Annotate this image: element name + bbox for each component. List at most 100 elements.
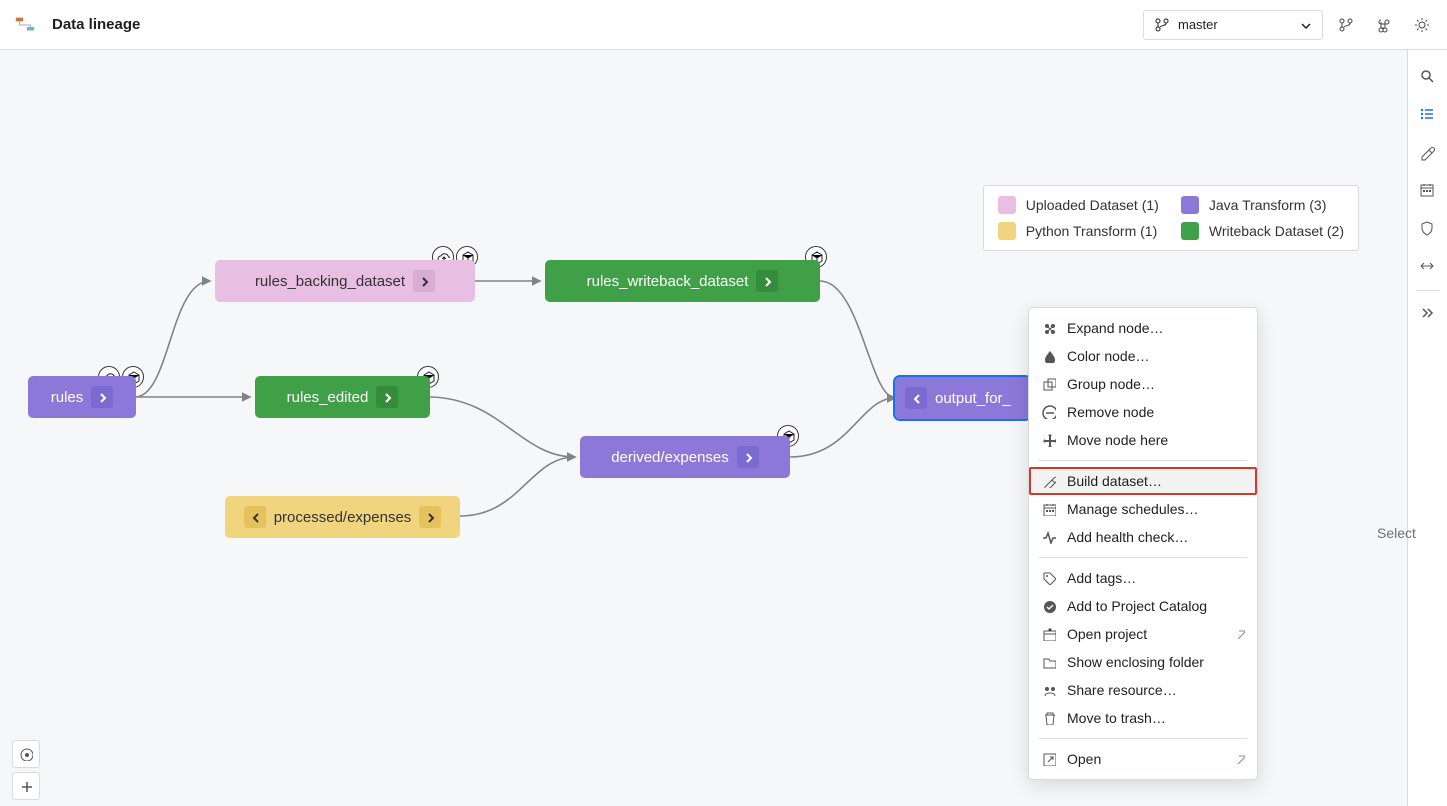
node-derived-expenses[interactable]: derived/expenses	[580, 436, 790, 478]
list-icon	[1419, 106, 1437, 124]
build-icon	[1042, 474, 1056, 488]
command-icon	[1376, 17, 1392, 33]
calendar-icon	[1419, 182, 1437, 200]
ctx-expand-node[interactable]: Expand node…	[1029, 314, 1257, 342]
expand-right-icon[interactable]	[376, 386, 398, 408]
ctx-label: Group node…	[1067, 376, 1155, 392]
node-label: output_for_	[935, 390, 1011, 407]
branch-name: master	[1178, 17, 1218, 32]
shield-icon	[1419, 220, 1437, 238]
collapse-icon	[1419, 305, 1437, 323]
node-rules-writeback[interactable]: rules_writeback_dataset	[545, 260, 820, 302]
badge-icon	[1042, 599, 1056, 613]
rail-shield-button[interactable]	[1408, 210, 1447, 248]
ctx-group-node[interactable]: Group node…	[1029, 370, 1257, 398]
expand-left-icon[interactable]	[244, 506, 266, 528]
expand-right-icon[interactable]	[419, 506, 441, 528]
node-output-for[interactable]: output_for_	[895, 377, 1030, 419]
legend-item[interactable]: Writeback Dataset (2)	[1181, 222, 1344, 240]
rail-build-button[interactable]	[1408, 134, 1447, 172]
external-icon	[1233, 753, 1245, 765]
ctx-move-node-here[interactable]: Move node here	[1029, 426, 1257, 454]
ctx-label: Expand node…	[1067, 320, 1164, 336]
expand-right-icon[interactable]	[737, 446, 759, 468]
ctx-label: Add health check…	[1067, 529, 1188, 545]
branch-icon	[1338, 17, 1354, 33]
trash-icon	[1042, 711, 1056, 725]
node-label: rules_edited	[287, 389, 369, 406]
node-processed-expenses[interactable]: processed/expenses	[225, 496, 460, 538]
move-icon	[1042, 433, 1056, 447]
app-logo-icon	[10, 10, 40, 40]
group-icon	[1042, 377, 1056, 391]
ctx-open[interactable]: Open	[1029, 745, 1257, 773]
legend-item[interactable]: Uploaded Dataset (1)	[998, 196, 1161, 214]
ctx-color-node[interactable]: Color node…	[1029, 342, 1257, 370]
legend-label: Python Transform (1)	[1026, 223, 1158, 239]
ctx-label: Add to Project Catalog	[1067, 598, 1207, 614]
ctx-share-resource[interactable]: Share resource…	[1029, 676, 1257, 704]
ctx-add-health-check[interactable]: Add health check…	[1029, 523, 1257, 551]
rail-fit-button[interactable]	[1408, 248, 1447, 286]
ctx-open-project[interactable]: Open project	[1029, 620, 1257, 648]
node-label: rules	[51, 389, 84, 406]
ctx-move-to-trash[interactable]: Move to trash…	[1029, 704, 1257, 732]
rail-calendar-button[interactable]	[1408, 172, 1447, 210]
legend-label: Writeback Dataset (2)	[1209, 223, 1344, 239]
ctx-add-tags[interactable]: Add tags…	[1029, 564, 1257, 592]
expand-left-icon[interactable]	[905, 387, 927, 409]
zoom-fit-button[interactable]	[12, 740, 40, 768]
ctx-label: Remove node	[1067, 404, 1154, 420]
node-label: derived/expenses	[611, 449, 729, 466]
legend-label: Java Transform (3)	[1209, 197, 1326, 213]
settings-button[interactable]	[1407, 10, 1437, 40]
ctx-remove-node[interactable]: Remove node	[1029, 398, 1257, 426]
build-icon	[1419, 144, 1437, 162]
context-menu: Expand node… Color node… Group node… Remove…	[1028, 307, 1258, 780]
node-rules-backing[interactable]: rules_backing_dataset	[215, 260, 475, 302]
node-rules[interactable]: rules	[28, 376, 136, 418]
ctx-label: Open project	[1067, 626, 1147, 642]
pulse-icon	[1042, 530, 1056, 544]
legend-item[interactable]: Python Transform (1)	[998, 222, 1161, 240]
branch-icon	[1154, 17, 1170, 33]
side-hint: Select	[1377, 525, 1447, 541]
folder-icon	[1042, 655, 1056, 669]
ctx-manage-schedules[interactable]: Manage schedules…	[1029, 495, 1257, 523]
ctx-build-dataset[interactable]: Build dataset…	[1029, 467, 1257, 495]
rail-list-button[interactable]	[1408, 96, 1447, 134]
branch-selector[interactable]: master	[1143, 10, 1323, 40]
ctx-add-to-project-catalog[interactable]: Add to Project Catalog	[1029, 592, 1257, 620]
zoom-controls	[12, 740, 40, 800]
plus-icon	[19, 779, 33, 793]
expand-right-icon[interactable]	[756, 270, 778, 292]
search-icon	[1419, 68, 1437, 86]
branches-button[interactable]	[1331, 10, 1361, 40]
legend-item[interactable]: Java Transform (3)	[1181, 196, 1344, 214]
ctx-label: Manage schedules…	[1067, 501, 1199, 517]
shortcuts-button[interactable]	[1369, 10, 1399, 40]
rail-search-button[interactable]	[1408, 58, 1447, 96]
share-icon	[1042, 683, 1056, 697]
legend-label: Uploaded Dataset (1)	[1026, 197, 1159, 213]
rail-collapse-button[interactable]	[1408, 295, 1447, 333]
page-title: Data lineage	[52, 16, 140, 33]
ctx-label: Open	[1067, 751, 1101, 767]
ctx-show-enclosing-folder[interactable]: Show enclosing folder	[1029, 648, 1257, 676]
app-header: Data lineage master	[0, 0, 1447, 50]
ctx-label: Build dataset…	[1067, 473, 1162, 489]
node-rules-edited[interactable]: rules_edited	[255, 376, 430, 418]
ctx-label: Show enclosing folder	[1067, 654, 1204, 670]
swatch	[998, 222, 1016, 240]
expand-right-icon[interactable]	[413, 270, 435, 292]
fit-icon	[1419, 258, 1437, 276]
right-rail	[1407, 50, 1447, 806]
swatch	[998, 196, 1016, 214]
open-icon	[1042, 752, 1056, 766]
zoom-in-button[interactable]	[12, 772, 40, 800]
box-icon	[1042, 627, 1056, 641]
target-icon	[19, 747, 33, 761]
remove-icon	[1042, 405, 1056, 419]
ctx-label: Add tags…	[1067, 570, 1136, 586]
expand-right-icon[interactable]	[91, 386, 113, 408]
